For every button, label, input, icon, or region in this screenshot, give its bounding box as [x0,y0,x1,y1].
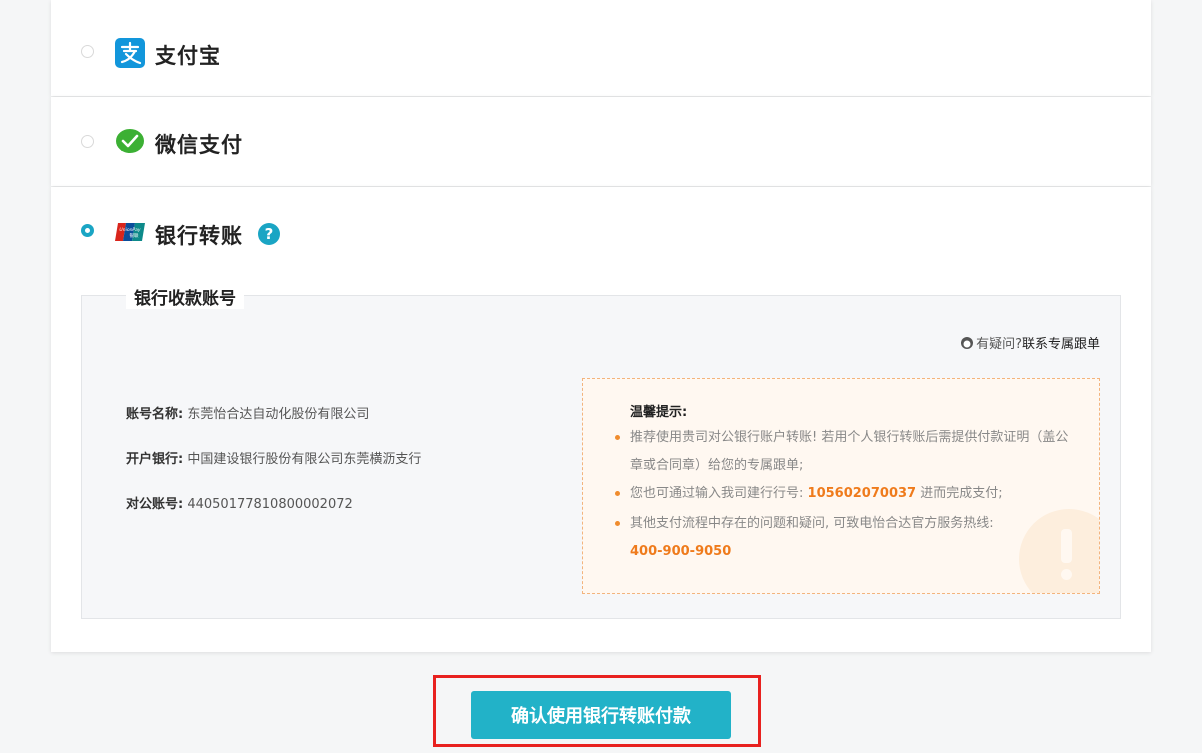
account-name-value: 东莞怡合达自动化股份有限公司 [187,407,370,422]
help-icon[interactable]: ? [258,223,280,245]
account-number-row: 对公账号: 44050177810800002072 [126,493,353,512]
contact-tracker-link[interactable]: 联系专属跟单 [1022,333,1100,352]
alipay-option-panel[interactable]: 支付宝 [51,0,1151,96]
svg-text:UnionPay: UnionPay [119,227,140,233]
bank-code: 105602070037 [807,486,917,501]
bank-account-fieldset: 银行收款账号 有疑问? 联系专属跟单 账号名称: 东莞怡合达自动化股份有限公司 … [81,284,1121,619]
tips-title: 温馨提示: [630,405,688,420]
hotline-number: 400-900-9050 [630,544,732,559]
contact-tracker[interactable]: 有疑问? 联系专属跟单 [960,333,1100,352]
tip-item-3: 其他支付流程中存在的问题和疑问, 可致电怡合达官方服务热线: 400-900-9… [615,510,1080,566]
account-name-key: 账号名称: [126,407,184,422]
wechat-option-panel[interactable]: 微信支付 [51,97,1151,186]
bank-transfer-label: 银行转账 [155,224,243,248]
tip-item-2-prefix: 您也可通过输入我司建行行号: [630,486,804,501]
bank-transfer-radio[interactable] [81,224,94,237]
opening-bank-key: 开户银行: [126,452,184,467]
account-name-row: 账号名称: 东莞怡合达自动化股份有限公司 [126,403,369,422]
tip-item-3-text: 其他支付流程中存在的问题和疑问, 可致电怡合达官方服务热线: [630,516,994,531]
confirm-bank-transfer-button[interactable]: 确认使用银行转账付款 [471,691,731,739]
bank-transfer-panel: UnionPay 银联 银行转账 ? 银行收款账号 有疑问? 联系专属跟单 账号… [51,187,1151,652]
contact-prefix: 有疑问? [976,337,1022,352]
wechat-label: 微信支付 [155,133,243,157]
tip-item-1: 推荐使用贵司对公银行账户转账! 若用个人银行转账后需提供付款证明（盖公章或合同章… [615,424,1080,480]
alipay-radio[interactable] [81,45,94,58]
account-number-key: 对公账号: [126,497,184,512]
wechat-radio[interactable] [81,135,94,148]
bank-account-legend: 银行收款账号 [126,284,244,309]
person-icon [960,336,974,350]
tip-item-2-suffix: 进而完成支付; [920,486,1003,501]
alipay-label: 支付宝 [155,44,221,68]
tip-item-2: 您也可通过输入我司建行行号: 105602070037 进而完成支付; [615,480,1080,508]
wechat-pay-icon [115,127,145,157]
opening-bank-value: 中国建设银行股份有限公司东莞横沥支行 [187,452,422,467]
unionpay-icon: UnionPay 银联 [115,222,145,242]
tips-box: 温馨提示: 推荐使用贵司对公银行账户转账! 若用个人银行转账后需提供付款证明（盖… [582,378,1100,594]
alipay-icon [115,38,145,68]
svg-text:银联: 银联 [130,232,139,239]
account-number-value: 44050177810800002072 [187,497,353,512]
opening-bank-row: 开户银行: 中国建设银行股份有限公司东莞横沥支行 [126,448,421,467]
